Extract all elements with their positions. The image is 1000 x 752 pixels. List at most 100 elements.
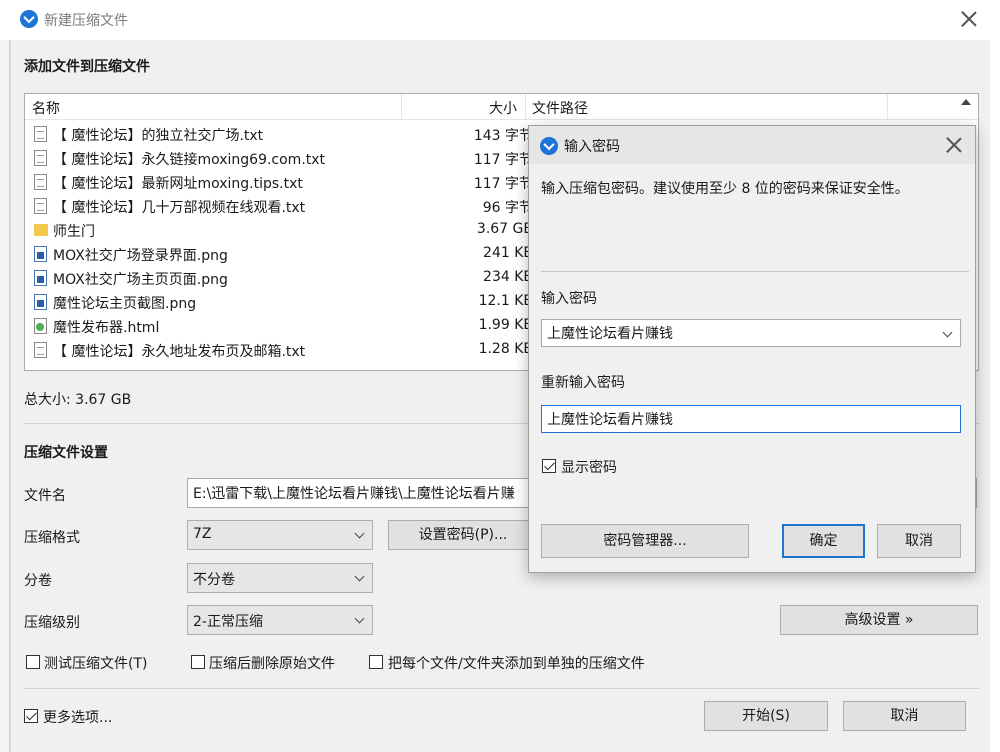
more-options-label[interactable]: 更多选项... [43, 707, 112, 727]
divider [24, 688, 979, 689]
divider [541, 271, 969, 272]
password-value: 上魔性论坛看片赚钱 [547, 326, 673, 342]
level-label: 压缩级别 [24, 615, 80, 631]
file-size: 12.1 KB [478, 293, 533, 309]
text-file-icon [34, 198, 47, 214]
ok-button[interactable]: 确定 [782, 524, 865, 558]
dialog-title: 输入密码 [564, 139, 620, 155]
text-file-icon [34, 174, 47, 190]
file-size: 117 字节 [473, 176, 533, 192]
advanced-settings-button[interactable]: 高级设置 » [780, 605, 978, 635]
test-archive-checkbox[interactable] [26, 655, 40, 669]
password-manager-button[interactable]: 密码管理器... [541, 524, 749, 558]
filename-label: 文件名 [24, 488, 66, 504]
file-name: MOX社交广场主页页面.png [53, 272, 228, 288]
file-name: 魔性论坛主页截图.png [53, 296, 197, 312]
show-password-label[interactable]: 显示密码 [561, 457, 617, 477]
background-window-edge [0, 40, 10, 752]
file-name: 魔性发布器.html [53, 320, 160, 336]
text-file-icon [34, 126, 47, 142]
password-hint: 输入压缩包密码。建议使用至少 8 位的密码来保证安全性。 [541, 181, 909, 197]
split-select[interactable]: 不分卷 [187, 563, 373, 593]
password-dialog: 输入密码 输入压缩包密码。建议使用至少 8 位的密码来保证安全性。 输入密码 上… [528, 125, 976, 573]
more-options-checkbox[interactable] [24, 709, 38, 723]
file-row[interactable]: 【 魔性论坛】最新网址moxing.tips.txt 117 字节 [25, 170, 545, 194]
reenter-password-input[interactable]: 上魔性论坛看片赚钱 [541, 405, 961, 433]
format-select[interactable]: 7Z [187, 520, 373, 550]
file-size: 117 字节 [473, 152, 533, 168]
file-name: MOX社交广场登录界面.png [53, 248, 228, 264]
file-name: 师生门 [53, 224, 95, 240]
image-file-icon [34, 246, 47, 262]
file-name: 【 魔性论坛】的独立社交广场.txt [53, 128, 264, 144]
file-name: 【 魔性论坛】永久链接moxing69.com.txt [53, 152, 326, 168]
reenter-password-label: 重新输入密码 [541, 375, 625, 391]
file-list-header: 名称 大小 文件路径 [25, 94, 978, 120]
window-title: 新建压缩文件 [44, 13, 128, 29]
chevron-down-icon [354, 571, 365, 582]
file-name: 【 魔性论坛】最新网址moxing.tips.txt [53, 176, 303, 192]
split-value: 不分卷 [193, 572, 235, 588]
file-size: 96 字节 [482, 200, 533, 216]
show-password-checkbox[interactable] [542, 459, 556, 473]
cancel-button[interactable]: 取消 [843, 701, 966, 731]
file-size: 241 KB [483, 245, 533, 261]
format-value: 7Z [193, 526, 212, 542]
column-size[interactable]: 大小 [489, 98, 517, 118]
file-row[interactable]: MOX社交广场主页页面.png 234 KB [25, 266, 545, 290]
set-password-button[interactable]: 设置密码(P)... [388, 520, 538, 550]
close-icon[interactable] [960, 10, 978, 28]
file-row[interactable]: 师生门 3.67 GB [25, 218, 545, 242]
image-file-icon [34, 294, 47, 310]
file-name: 【 魔性论坛】永久地址发布页及邮箱.txt [53, 344, 306, 360]
dialog-title-bar: 输入密码 [529, 126, 975, 164]
file-row[interactable]: 【 魔性论坛】永久地址发布页及邮箱.txt 1.28 KB [25, 338, 545, 362]
settings-title: 压缩文件设置 [24, 445, 108, 461]
folder-icon [34, 224, 48, 236]
scroll-up-icon[interactable] [961, 99, 971, 105]
column-name[interactable]: 名称 [32, 98, 60, 118]
column-divider [525, 94, 526, 120]
file-size: 1.28 KB [478, 341, 533, 357]
text-file-icon [34, 342, 47, 358]
text-file-icon [34, 150, 47, 166]
main-title-bar: 新建压缩文件 [10, 0, 1000, 40]
close-icon[interactable] [945, 136, 963, 154]
delete-original-checkbox[interactable] [191, 655, 205, 669]
password-label: 输入密码 [541, 291, 597, 307]
chevron-down-icon[interactable] [942, 327, 953, 338]
app-logo-icon [540, 137, 558, 155]
dialog-cancel-button[interactable]: 取消 [877, 524, 961, 558]
app-logo-icon [20, 10, 38, 28]
file-size: 1.99 KB [478, 317, 533, 333]
format-label: 压缩格式 [24, 530, 80, 546]
file-size: 234 KB [483, 269, 533, 285]
start-button[interactable]: 开始(S) [704, 701, 828, 731]
file-row[interactable]: 【 魔性论坛】几十万部视频在线观看.txt 96 字节 [25, 194, 545, 218]
file-row[interactable]: 【 魔性论坛】的独立社交广场.txt 143 字节 [25, 122, 545, 146]
level-select[interactable]: 2-正常压缩 [187, 605, 373, 635]
html-file-icon [34, 318, 47, 334]
column-path[interactable]: 文件路径 [532, 98, 588, 118]
total-size: 总大小: 3.67 GB [24, 392, 132, 408]
file-row[interactable]: 【 魔性论坛】永久链接moxing69.com.txt 117 字节 [25, 146, 545, 170]
file-row[interactable]: 魔性发布器.html 1.99 KB [25, 314, 545, 338]
file-size: 3.67 GB [476, 221, 533, 237]
chevron-down-icon [354, 528, 365, 539]
split-label: 分卷 [24, 573, 52, 589]
file-row[interactable]: MOX社交广场登录界面.png 241 KB [25, 242, 545, 266]
file-name: 【 魔性论坛】几十万部视频在线观看.txt [53, 200, 306, 216]
delete-original-label[interactable]: 压缩后删除原始文件 [209, 653, 335, 673]
file-size: 143 字节 [473, 128, 533, 144]
column-divider [887, 94, 888, 120]
column-divider [401, 94, 402, 120]
image-file-icon [34, 270, 47, 286]
password-input[interactable]: 上魔性论坛看片赚钱 [541, 319, 961, 347]
separate-archives-label[interactable]: 把每个文件/文件夹添加到单独的压缩文件 [388, 653, 645, 673]
level-value: 2-正常压缩 [193, 614, 263, 630]
chevron-down-icon [354, 613, 365, 624]
file-row[interactable]: 魔性论坛主页截图.png 12.1 KB [25, 290, 545, 314]
test-archive-label[interactable]: 测试压缩文件(T) [44, 653, 147, 673]
add-files-title: 添加文件到压缩文件 [24, 59, 150, 75]
separate-archives-checkbox[interactable] [369, 655, 383, 669]
